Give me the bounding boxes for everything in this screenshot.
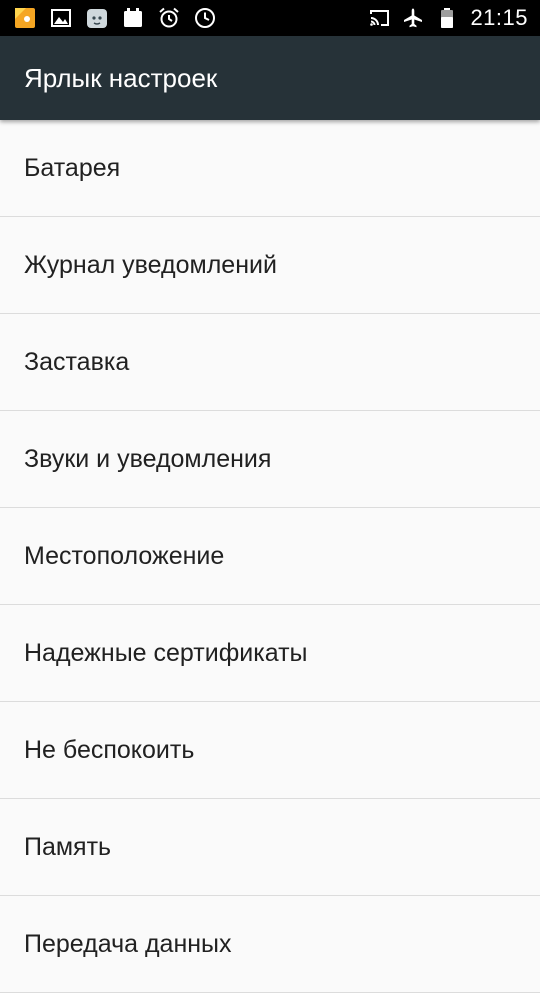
airplane-mode-icon [402,7,424,29]
settings-item-location[interactable]: Местоположение [0,508,540,605]
settings-item-label: Журнал уведомлений [24,251,277,279]
app-bar: Ярлык настроек [0,36,540,120]
settings-item-label: Надежные сертификаты [24,639,308,667]
cast-icon [368,7,390,29]
settings-item-label: Местоположение [24,542,225,570]
settings-item-label: Заставка [24,348,130,376]
settings-item-do-not-disturb[interactable]: Не беспокоить [0,702,540,799]
settings-item-label: Батарея [24,154,121,182]
settings-item-label: Звуки и уведомления [24,445,272,473]
settings-item-notification-log[interactable]: Журнал уведомлений [0,217,540,314]
image-icon [50,7,72,29]
status-time: 21:15 [470,5,528,30]
settings-item-label: Передача данных [24,930,232,958]
system-icons: 21:15 [356,7,528,29]
alarm-icon [158,7,180,29]
clock-icon [194,7,216,29]
notification-app-icon [14,7,36,29]
settings-item-screensaver[interactable]: Заставка [0,314,540,411]
settings-item-battery[interactable]: Батарея [0,120,540,217]
cat-app-icon [86,7,108,29]
battery-icon [436,7,458,29]
calendar-icon [122,7,144,29]
settings-item-storage[interactable]: Память [0,799,540,896]
status-bar: 21:15 [0,0,540,36]
settings-item-label: Память [24,833,112,861]
page-title: Ярлык настроек [24,63,218,93]
settings-list: Батарея Журнал уведомлений Заставка Звук… [0,120,540,993]
settings-item-label: Не беспокоить [24,736,195,764]
settings-item-trusted-certificates[interactable]: Надежные сертификаты [0,605,540,702]
notification-icons [14,7,230,29]
settings-item-sound-notifications[interactable]: Звуки и уведомления [0,411,540,508]
settings-item-data-usage[interactable]: Передача данных [0,896,540,993]
